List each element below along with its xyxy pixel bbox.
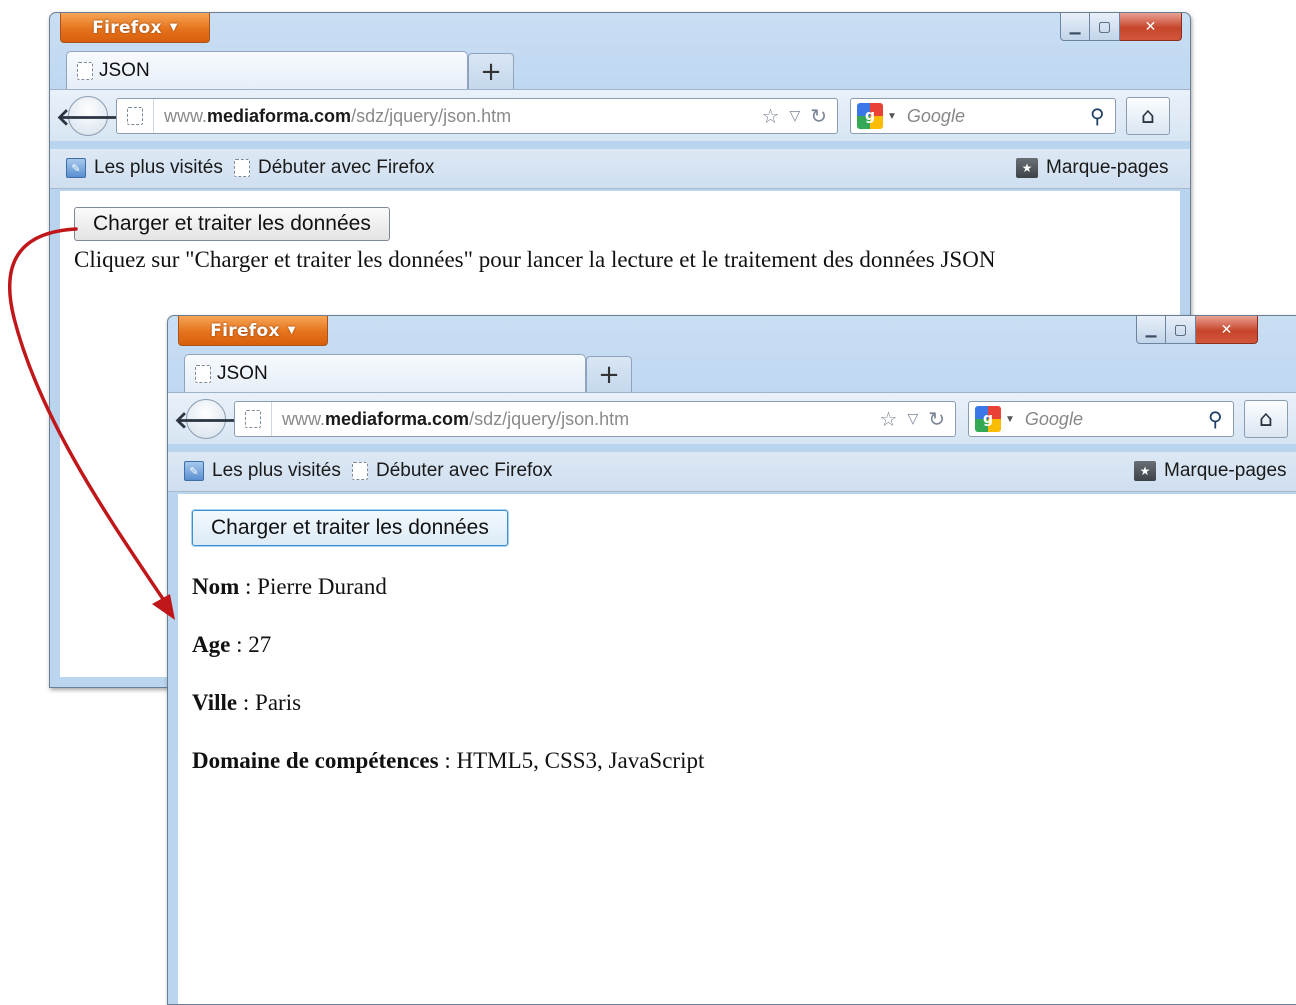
history-dropdown-icon[interactable]: ▽ (789, 108, 800, 124)
most-visited-icon: ✎ (184, 461, 204, 481)
search-bar[interactable]: g ▼ Google ⚲ (850, 98, 1116, 134)
back-arrow-icon: 🡐 (173, 405, 239, 434)
search-placeholder: Google (906, 105, 965, 126)
tab-json[interactable]: JSON (184, 354, 586, 392)
search-icon[interactable]: ⚲ (1090, 104, 1105, 128)
bookmark-getting-started[interactable]: Débuter avec Firefox (234, 157, 434, 179)
bookmarks-icon: ★ (1134, 461, 1156, 481)
star-icon[interactable]: ☆ (880, 407, 898, 431)
bookmark-most-visited[interactable]: ✎ Les plus visités (66, 157, 223, 179)
url-text: www.mediaforma.com/sdz/jquery/json.htm (164, 105, 512, 126)
bookmark-getting-started[interactable]: Débuter avec Firefox (352, 460, 552, 482)
search-bar[interactable]: g ▼ Google ⚲ (968, 401, 1234, 437)
star-icon[interactable]: ☆ (762, 104, 780, 128)
caret-down-icon: ▼ (169, 22, 178, 33)
page-icon (195, 364, 211, 383)
new-tab-button[interactable]: + (468, 53, 514, 89)
site-identity-icon[interactable] (117, 99, 154, 133)
instruction-text: Cliquez sur "Charger et traiter les donn… (74, 247, 996, 272)
page-icon (352, 462, 368, 480)
most-visited-icon: ✎ (66, 158, 86, 178)
site-identity-icon[interactable] (235, 402, 272, 436)
google-icon[interactable]: g (975, 406, 1001, 432)
load-data-button[interactable]: Charger et traiter les données (74, 207, 390, 241)
maximize-icon[interactable]: ▢ (1090, 13, 1120, 41)
window-controls: ▁ ▢ ✕ (1136, 316, 1258, 344)
bookmarks-menu-button[interactable]: ★ Marque-pages (1134, 460, 1287, 482)
page-icon (77, 61, 93, 80)
tab-json[interactable]: JSON (66, 51, 468, 89)
home-icon: ⌂ (1141, 103, 1155, 129)
bookmarks-toolbar: ✎ Les plus visités Débuter avec Firefox … (50, 149, 1190, 189)
navigation-bar: 🡐 www.mediaforma.com/sdz/jquery/json.htm… (168, 392, 1296, 444)
field-nom: Nom : Pierre Durand (192, 574, 387, 599)
bookmarks-menu-button[interactable]: ★ Marque-pages (1016, 157, 1169, 179)
close-icon[interactable]: ✕ (1196, 316, 1258, 344)
search-icon[interactable]: ⚲ (1208, 407, 1223, 431)
reload-icon[interactable]: ↻ (810, 104, 827, 128)
page-content: Charger et traiter les données Nom : Pie… (178, 494, 1296, 1004)
field-ville: Ville : Paris (192, 690, 302, 715)
new-tab-button[interactable]: + (586, 356, 632, 392)
chevron-down-icon[interactable]: ▼ (887, 111, 897, 122)
load-data-button[interactable]: Charger et traiter les données (192, 510, 508, 546)
reload-icon[interactable]: ↻ (928, 407, 945, 431)
chevron-down-icon[interactable]: ▼ (1005, 414, 1015, 425)
field-domaine: Domaine de compétences : HTML5, CSS3, Ja… (192, 748, 705, 773)
navigation-bar: 🡐 www.mediaforma.com/sdz/jquery/json.htm… (50, 89, 1190, 141)
field-age: Age : 27 (192, 632, 272, 657)
maximize-icon[interactable]: ▢ (1166, 316, 1196, 344)
browser-window-front: Firefox ▼ ▁ ▢ ✕ JSON + 🡐 www.mediaforma.c… (167, 315, 1296, 1005)
page-icon (234, 159, 250, 177)
search-placeholder: Google (1024, 408, 1083, 429)
back-button[interactable]: 🡐 (56, 96, 120, 136)
home-button[interactable]: ⌂ (1126, 97, 1170, 135)
bookmarks-icon: ★ (1016, 158, 1038, 178)
google-icon[interactable]: g (857, 103, 883, 129)
caret-down-icon: ▼ (287, 325, 296, 336)
history-dropdown-icon[interactable]: ▽ (907, 411, 918, 427)
minimize-icon[interactable]: ▁ (1136, 316, 1166, 344)
bookmark-most-visited[interactable]: ✎ Les plus visités (184, 460, 341, 482)
url-bar[interactable]: www.mediaforma.com/sdz/jquery/json.htm ☆… (234, 401, 956, 437)
back-arrow-icon: 🡐 (55, 102, 121, 131)
url-bar[interactable]: www.mediaforma.com/sdz/jquery/json.htm ☆… (116, 98, 838, 134)
window-controls: ▁ ▢ ✕ (1060, 13, 1182, 41)
url-text: www.mediaforma.com/sdz/jquery/json.htm (282, 408, 630, 429)
home-button[interactable]: ⌂ (1244, 400, 1288, 438)
back-button[interactable]: 🡐 (174, 399, 238, 439)
bookmarks-toolbar: ✎ Les plus visités Débuter avec Firefox … (168, 452, 1296, 492)
close-icon[interactable]: ✕ (1120, 13, 1182, 41)
firefox-menu-button[interactable]: Firefox ▼ (60, 13, 210, 43)
minimize-icon[interactable]: ▁ (1060, 13, 1090, 41)
home-icon: ⌂ (1259, 406, 1273, 432)
firefox-menu-button[interactable]: Firefox ▼ (178, 316, 328, 346)
